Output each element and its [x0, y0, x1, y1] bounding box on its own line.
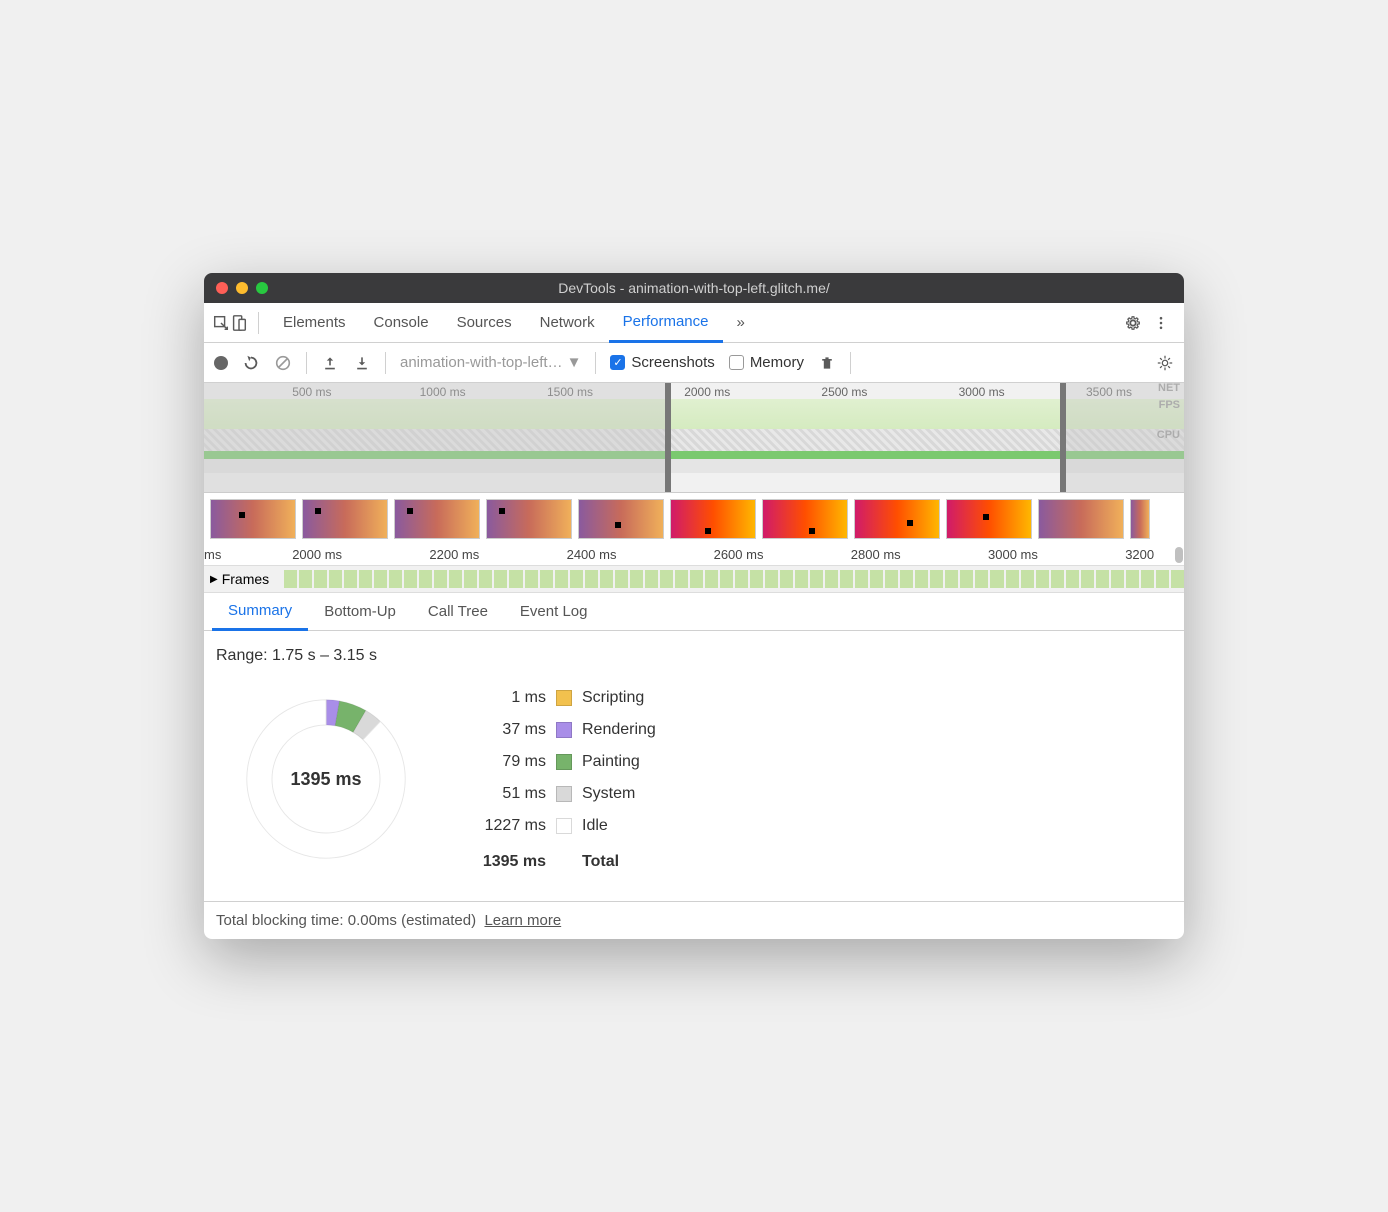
tab-sources[interactable]: Sources [443, 303, 526, 342]
legend-swatch [556, 754, 572, 770]
summary-legend: 1 ms Scripting 37 ms Rendering 79 ms Painting… [476, 689, 656, 871]
settings-icon[interactable] [1124, 314, 1142, 332]
profile-dropdown[interactable]: animation-with-top-left… ▼ [400, 354, 581, 371]
legend-row: 79 ms Painting [476, 753, 656, 771]
tab-performance[interactable]: Performance [609, 304, 723, 343]
screenshot-thumb[interactable] [210, 499, 296, 539]
tab-console[interactable]: Console [360, 303, 443, 342]
memory-checkbox[interactable]: Memory [729, 354, 804, 371]
legend-row: 1 ms Scripting [476, 689, 656, 707]
legend-ms: 79 ms [476, 753, 546, 771]
checkbox-icon: ✓ [610, 355, 625, 370]
screenshots-checkbox[interactable]: ✓ Screenshots [610, 354, 714, 371]
summary-donut: 1395 ms [236, 689, 416, 869]
checkbox-icon [729, 355, 744, 370]
memory-label: Memory [750, 354, 804, 371]
legend-label: Painting [582, 753, 640, 771]
tab-more[interactable]: » [723, 303, 759, 342]
triangle-right-icon: ▶ [210, 574, 218, 585]
learn-more-link[interactable]: Learn more [484, 912, 561, 929]
reload-icon[interactable] [242, 354, 260, 372]
kebab-menu-icon[interactable] [1152, 314, 1170, 332]
screenshot-thumb[interactable] [394, 499, 480, 539]
subtab-event-log[interactable]: Event Log [504, 593, 604, 630]
legend-label: Scripting [582, 689, 644, 707]
subtab-summary[interactable]: Summary [212, 594, 308, 631]
clear-icon[interactable] [274, 354, 292, 372]
legend-label: Idle [582, 817, 608, 835]
timeline-ticks: ms 2000 ms 2200 ms 2400 ms 2600 ms 2800 … [204, 545, 1184, 565]
window-title: DevTools - animation-with-top-left.glitc… [204, 280, 1184, 296]
screenshot-thumb[interactable] [486, 499, 572, 539]
legend-swatch [556, 690, 572, 706]
window-controls [216, 282, 268, 294]
legend-label: System [582, 785, 635, 803]
screenshot-thumb[interactable] [854, 499, 940, 539]
devtools-tabs: Elements Console Sources Network Perform… [204, 303, 1184, 343]
device-toggle-icon[interactable] [230, 314, 248, 332]
devtools-window: DevTools - animation-with-top-left.glitc… [204, 273, 1184, 939]
screenshot-thumb[interactable] [578, 499, 664, 539]
inspect-icon[interactable] [212, 314, 230, 332]
detail-tabs: Summary Bottom-Up Call Tree Event Log [204, 593, 1184, 631]
profile-dropdown-label: animation-with-top-left… [400, 354, 563, 371]
download-icon[interactable] [353, 354, 371, 372]
screenshot-thumb[interactable] [946, 499, 1032, 539]
chevron-down-icon: ▼ [567, 354, 582, 371]
maximize-button[interactable] [256, 282, 268, 294]
legend-ms: 51 ms [476, 785, 546, 803]
donut-total: 1395 ms [236, 689, 416, 869]
capture-settings-icon[interactable] [1156, 354, 1174, 372]
screenshot-thumb[interactable] [1038, 499, 1124, 539]
range-text: Range: 1.75 s – 3.15 s [216, 647, 1172, 665]
tab-network[interactable]: Network [526, 303, 609, 342]
screenshot-thumb[interactable] [762, 499, 848, 539]
legend-swatch [556, 818, 572, 834]
frames-stripes [284, 570, 1184, 588]
legend-ms: 1227 ms [476, 817, 546, 835]
titlebar: DevTools - animation-with-top-left.glitc… [204, 273, 1184, 303]
screenshot-thumb[interactable] [1130, 499, 1150, 539]
frames-label: Frames [222, 571, 269, 587]
legend-total: 1395 msTotal [476, 853, 656, 871]
performance-toolbar: animation-with-top-left… ▼ ✓ Screenshots… [204, 343, 1184, 383]
screenshot-filmstrip[interactable] [204, 493, 1184, 545]
close-button[interactable] [216, 282, 228, 294]
frames-row[interactable]: ▶ Frames [204, 565, 1184, 593]
legend-row: 1227 ms Idle [476, 817, 656, 835]
minimize-button[interactable] [236, 282, 248, 294]
summary-pane: Range: 1.75 s – 3.15 s 1395 ms 1 ms Scrip… [204, 631, 1184, 901]
legend-ms: 1 ms [476, 689, 546, 707]
legend-label: Rendering [582, 721, 656, 739]
tbt-text: Total blocking time: 0.00ms (estimated) [216, 912, 476, 929]
subtab-bottom-up[interactable]: Bottom-Up [308, 593, 412, 630]
screenshot-thumb[interactable] [670, 499, 756, 539]
screenshots-label: Screenshots [631, 354, 714, 371]
legend-swatch [556, 786, 572, 802]
legend-swatch [556, 722, 572, 738]
tab-elements[interactable]: Elements [269, 303, 360, 342]
screenshot-thumb[interactable] [302, 499, 388, 539]
legend-row: 37 ms Rendering [476, 721, 656, 739]
legend-ms: 37 ms [476, 721, 546, 739]
upload-icon[interactable] [321, 354, 339, 372]
overview-pane[interactable]: 500 ms 1000 ms 1500 ms 2000 ms 2500 ms 3… [204, 383, 1184, 493]
subtab-call-tree[interactable]: Call Tree [412, 593, 504, 630]
legend-row: 51 ms System [476, 785, 656, 803]
footer: Total blocking time: 0.00ms (estimated) … [204, 901, 1184, 939]
trash-icon[interactable] [818, 354, 836, 372]
scrollbar-thumb[interactable] [1175, 547, 1183, 563]
record-button[interactable] [214, 356, 228, 370]
